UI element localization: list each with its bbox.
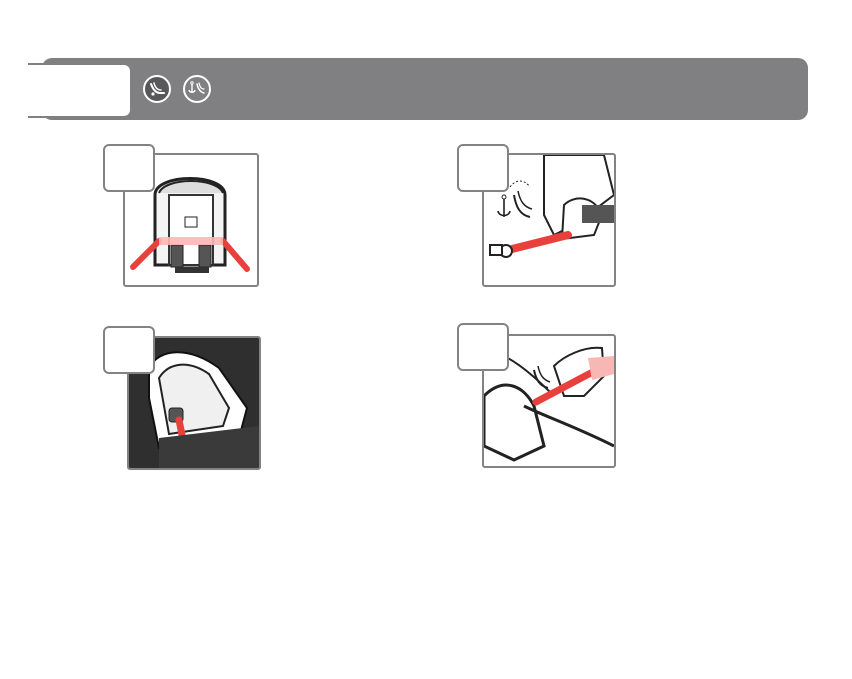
anchor-car-seat-icon [183, 75, 211, 103]
step-1-number-box [103, 144, 155, 192]
step-3-number-box [103, 326, 155, 374]
step-2-number-box [457, 144, 509, 192]
section-number-tab [28, 63, 132, 118]
step-4-number-box [457, 323, 509, 371]
isofix-car-seat-icon [143, 75, 171, 103]
